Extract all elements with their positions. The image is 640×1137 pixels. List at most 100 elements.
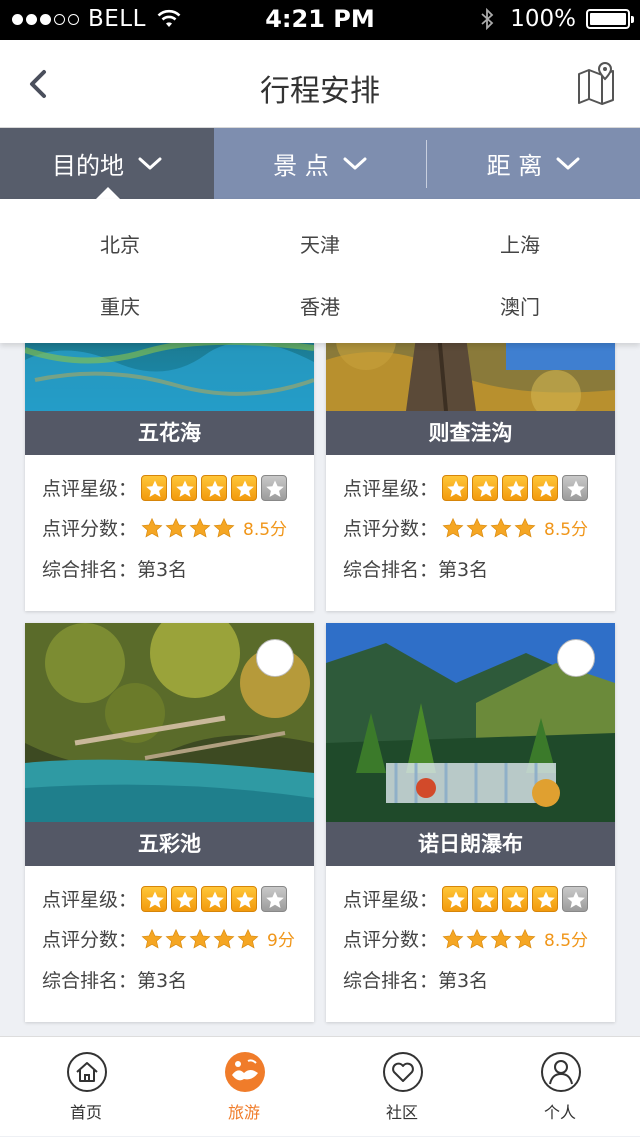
rank-value: 第3名	[137, 970, 188, 992]
tab-profile[interactable]: 个人	[480, 1037, 640, 1137]
score-star-icon	[165, 928, 187, 948]
stars-row: 点评星级：	[343, 474, 592, 501]
city-option[interactable]: 天津	[220, 229, 420, 258]
tab-label: 社区	[385, 1103, 418, 1122]
bluetooth-icon	[481, 8, 494, 30]
rating-star-filled-icon	[171, 474, 198, 501]
tab-label: 首页	[69, 1103, 102, 1122]
city-option[interactable]: 重庆	[20, 291, 220, 320]
score-label: 点评分数：	[343, 518, 439, 540]
home-icon	[67, 1052, 107, 1092]
chevron-down-icon	[343, 157, 367, 169]
map-pin-icon[interactable]	[576, 60, 616, 106]
tab-home[interactable]: 首页	[6, 1037, 166, 1137]
spot-name: 诺日朗瀑布	[326, 822, 615, 866]
rating-star-filled-icon	[532, 474, 559, 501]
select-radio[interactable]	[557, 639, 595, 677]
stars-label: 点评星级：	[42, 889, 138, 911]
rank-label: 综合排名：	[42, 559, 138, 581]
heart-icon	[383, 1052, 423, 1092]
score-row: 点评分数： 8.5分	[343, 925, 588, 952]
stars-row: 点评星级：	[42, 885, 291, 912]
rating-star-filled-icon	[141, 474, 168, 501]
rating-star-filled-icon	[442, 474, 469, 501]
rating-star-filled-icon	[171, 885, 198, 912]
score-row: 点评分数： 8.5分	[343, 514, 588, 541]
score-value: 8.5分	[243, 520, 288, 540]
rating-star-filled-icon	[472, 474, 499, 501]
filter-distance[interactable]: 距 离	[427, 128, 640, 199]
rating-star-filled-icon	[231, 885, 258, 912]
score-label: 点评分数：	[42, 518, 138, 540]
score-label: 点评分数：	[343, 929, 439, 951]
chevron-down-icon	[138, 157, 162, 169]
tab-travel[interactable]: 旅游	[164, 1037, 324, 1137]
travel-icon	[225, 1052, 265, 1092]
battery-icon	[586, 9, 634, 29]
city-option[interactable]: 澳门	[420, 291, 620, 320]
score-value: 9分	[267, 931, 295, 951]
destination-dropdown: 北京 天津 上海 重庆 香港 澳门	[0, 199, 640, 343]
city-option[interactable]: 上海	[420, 229, 620, 258]
navigation-bar: 行程安排	[0, 40, 640, 128]
score-value: 8.5分	[544, 520, 589, 540]
tab-label: 旅游	[227, 1103, 260, 1122]
select-radio[interactable]	[256, 639, 294, 677]
score-star-icon	[466, 928, 488, 948]
chevron-down-icon	[556, 157, 580, 169]
rating-star-filled-icon	[502, 474, 529, 501]
rating-star-filled-icon	[442, 885, 469, 912]
rating-star-filled-icon	[231, 474, 258, 501]
tab-bar: 首页 旅游 社区 个人	[0, 1036, 640, 1136]
city-option[interactable]: 香港	[220, 291, 420, 320]
rating-star-filled-icon	[532, 885, 559, 912]
score-star-icon	[490, 928, 512, 948]
rank-value: 第3名	[438, 559, 489, 581]
spot-card[interactable]: 则查洼沟 点评星级： 点评分数： 8.5分 综合排名： 第3名	[326, 300, 615, 611]
spot-card[interactable]: 诺日朗瀑布 点评星级： 点评分数： 8.5分 综合排名： 第3名	[326, 623, 615, 1022]
rating-star-filled-icon	[201, 474, 228, 501]
score-star-icon	[466, 517, 488, 537]
rank-label: 综合排名：	[343, 970, 439, 992]
score-star-icon	[213, 928, 235, 948]
score-star-icon	[514, 928, 536, 948]
score-star-icon	[514, 517, 536, 537]
rating-star-empty-icon	[562, 474, 589, 501]
score-star-icon	[237, 928, 259, 948]
score-star-icon	[141, 928, 163, 948]
page-title: 行程安排	[260, 74, 380, 109]
spot-name: 五花海	[25, 411, 314, 455]
stars-label: 点评星级：	[343, 478, 439, 500]
score-row: 点评分数： 9分	[42, 925, 295, 952]
score-star-icon	[165, 517, 187, 537]
battery-percent: 100%	[510, 6, 576, 32]
rank-label: 综合排名：	[42, 970, 138, 992]
stars-label: 点评星级：	[42, 478, 138, 500]
score-value: 8.5分	[544, 931, 589, 951]
person-icon	[541, 1052, 581, 1092]
spot-name: 五彩池	[25, 822, 314, 866]
rank-row: 综合排名： 第3名	[42, 966, 187, 993]
tab-community[interactable]: 社区	[322, 1037, 482, 1137]
score-row: 点评分数： 8.5分	[42, 514, 287, 541]
rating-star-empty-icon	[562, 885, 589, 912]
city-option[interactable]: 北京	[20, 229, 220, 258]
status-bar: BELL 4:21 PM 100%	[0, 0, 640, 40]
filter-label: 景 点	[273, 152, 329, 180]
dropdown-caret	[96, 187, 120, 199]
rating-star-filled-icon	[201, 885, 228, 912]
rank-row: 综合排名： 第3名	[42, 555, 187, 582]
rating-star-empty-icon	[261, 885, 288, 912]
tab-label: 个人	[543, 1103, 576, 1122]
filter-label: 目的地	[52, 152, 124, 180]
rating-star-empty-icon	[261, 474, 288, 501]
score-star-icon	[189, 928, 211, 948]
filter-label: 距 离	[486, 152, 543, 180]
score-star-icon	[213, 517, 235, 537]
rank-row: 综合排名： 第3名	[343, 555, 488, 582]
score-label: 点评分数：	[42, 929, 138, 951]
spot-card[interactable]: 五花海 点评星级： 点评分数： 8.5分 综合排名： 第3名	[25, 300, 314, 611]
spot-name: 则查洼沟	[326, 411, 615, 455]
filter-attraction[interactable]: 景 点	[214, 128, 426, 199]
spot-card[interactable]: 五彩池 点评星级： 点评分数： 9分 综合排名： 第3名	[25, 623, 314, 1022]
